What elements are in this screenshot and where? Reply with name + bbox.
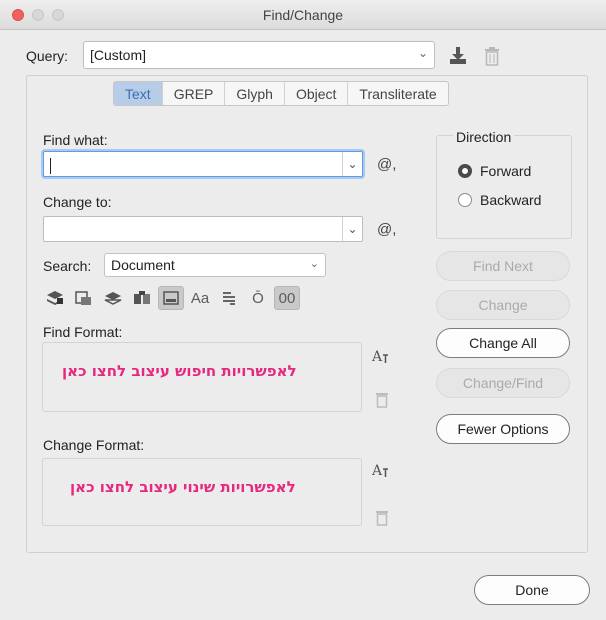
find-next-button[interactable]: Find Next [436, 251, 570, 281]
clear-find-format-icon[interactable] [373, 390, 391, 408]
fewer-options-button[interactable]: Fewer Options [436, 414, 570, 444]
find-what-label: Find what: [43, 132, 108, 148]
save-query-icon[interactable] [448, 46, 468, 66]
find-format-label: Find Format: [43, 324, 123, 340]
master-pages-icon[interactable] [100, 286, 126, 310]
tab-transliterate[interactable]: Transliterate [348, 82, 447, 105]
svg-text:A: A [372, 463, 383, 479]
specify-find-format-icon[interactable]: A [372, 347, 390, 365]
search-scope-value: Document [111, 257, 175, 273]
hidden-objects-icon[interactable] [158, 286, 184, 310]
change-format-label: Change Format: [43, 437, 145, 453]
title-bar: Find/Change [0, 0, 606, 30]
svg-text:A: A [372, 349, 383, 365]
special-characters-find-icon[interactable]: @, [377, 156, 396, 173]
search-options-toolbar: Aa Ō 00 [42, 286, 303, 310]
footnotes-icon[interactable] [129, 286, 155, 310]
change-format-annotation: לאפשרויות שינוי עיצוב לחצו כאן [70, 478, 296, 496]
case-sensitive-icon[interactable]: Aa [187, 286, 213, 310]
tab-bar: Text GREP Glyph Object Transliterate [113, 81, 449, 106]
kana-sensitive-icon[interactable]: Ō [245, 286, 271, 310]
change-history-dropdown[interactable]: ⌄ [342, 217, 362, 241]
tab-text[interactable]: Text [114, 82, 163, 105]
text-cursor [50, 158, 51, 174]
delete-query-icon[interactable] [484, 46, 500, 66]
whole-word-icon[interactable] [216, 286, 242, 310]
change-to-label: Change to: [43, 194, 112, 210]
direction-title: Direction [453, 129, 515, 145]
query-label: Query: [26, 48, 69, 64]
special-characters-change-icon[interactable]: @, [377, 221, 396, 238]
find-what-input[interactable]: ⌄ [43, 151, 363, 177]
change-find-button[interactable]: Change/Find [436, 368, 570, 398]
change-button[interactable]: Change [436, 290, 570, 320]
clear-change-format-icon[interactable] [373, 508, 391, 526]
chevron-down-icon: ⌄ [309, 258, 319, 270]
tab-grep[interactable]: GREP [163, 82, 226, 105]
lock-layers-icon[interactable] [42, 286, 68, 310]
search-scope-select[interactable]: Document ⌄ [104, 253, 326, 277]
tab-object[interactable]: Object [285, 82, 349, 105]
window-title: Find/Change [262, 7, 344, 23]
query-value: [Custom] [90, 47, 147, 63]
backward-radio[interactable] [458, 193, 472, 207]
direction-group [436, 135, 572, 239]
find-format-annotation: לאפשרויות חיפוש עיצוב לחצו כאן [62, 362, 297, 380]
change-to-input[interactable]: ⌄ [43, 216, 363, 242]
change-all-button[interactable]: Change All [436, 328, 570, 358]
width-sensitive-icon[interactable]: 00 [274, 286, 300, 310]
query-select[interactable]: [Custom] ⌄ [83, 41, 435, 69]
chevron-down-icon: ⌄ [417, 46, 428, 60]
backward-label[interactable]: Backward [480, 192, 541, 208]
forward-label[interactable]: Forward [480, 163, 531, 179]
forward-radio[interactable] [458, 164, 472, 178]
specify-change-format-icon[interactable]: A [372, 461, 390, 479]
find-history-dropdown[interactable]: ⌄ [342, 152, 362, 176]
done-button[interactable]: Done [474, 575, 590, 605]
search-label: Search: [43, 258, 92, 274]
hidden-layers-icon[interactable] [71, 286, 97, 310]
tab-glyph[interactable]: Glyph [225, 82, 285, 105]
